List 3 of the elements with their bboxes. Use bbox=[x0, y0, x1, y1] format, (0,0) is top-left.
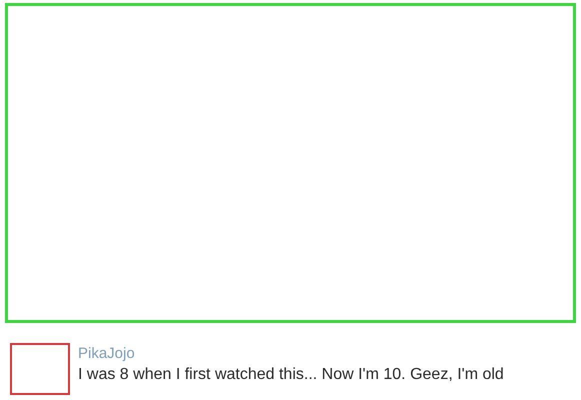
comment-text: I was 8 when I first watched this... Now I'm 10. Geez, I'm old bbox=[78, 365, 504, 385]
avatar bbox=[10, 343, 70, 395]
comment-author[interactable]: PikaJojo bbox=[78, 344, 504, 364]
